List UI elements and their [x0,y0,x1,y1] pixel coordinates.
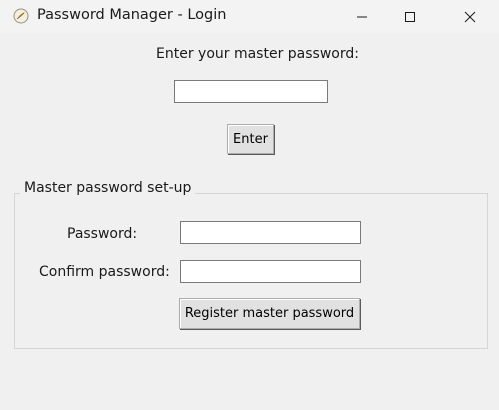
confirm-password-label: Confirm password: [39,264,170,280]
enter-button[interactable]: Enter [227,124,274,154]
maximize-icon [405,11,415,22]
feather-app-icon [13,8,29,24]
close-icon [464,11,476,22]
close-button[interactable] [447,0,493,33]
minimize-button[interactable] [339,0,385,33]
maximize-button[interactable] [387,0,433,33]
register-master-password-button[interactable]: Register master password [179,298,360,329]
master-password-input[interactable] [174,80,328,103]
setup-password-input[interactable] [180,221,361,244]
window-client-area: Enter your master password: Enter Master… [0,33,499,410]
master-password-prompt: Enter your master password: [156,46,359,62]
setup-group-title: Master password set-up [20,180,196,196]
setup-password-label: Password: [67,226,138,242]
minimize-icon [357,16,367,17]
title-bar[interactable]: Password Manager - Login [0,0,499,33]
window-title: Password Manager - Login [37,7,227,23]
confirm-password-input[interactable] [180,260,361,283]
